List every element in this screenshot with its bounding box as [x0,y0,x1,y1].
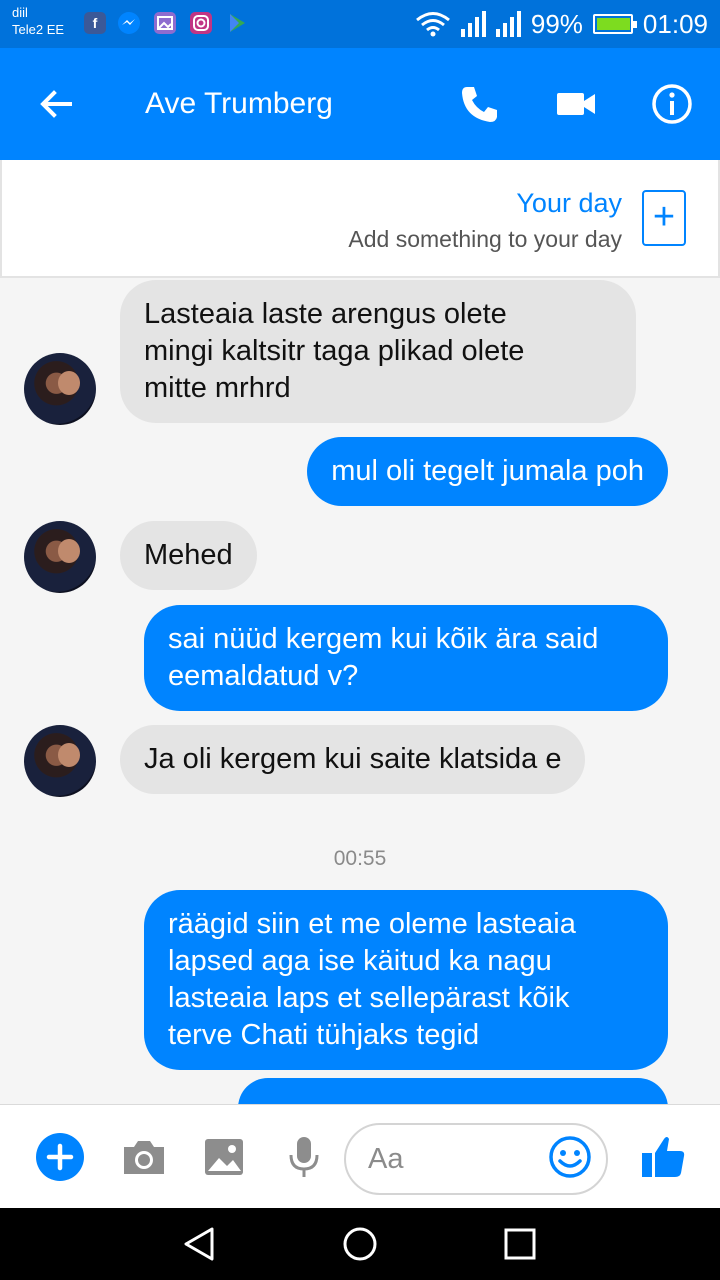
message-bubble-outgoing[interactable]: räägid siin et me oleme lasteaia lapsed … [144,890,668,1070]
message-bubble-outgoing[interactable]: mul oli tegelt jumala poh [307,437,668,506]
gallery-icon [154,12,176,34]
back-arrow-icon[interactable] [36,84,76,124]
battery-icon [592,14,637,34]
signal-icon [460,11,486,37]
facebook-icon: f [84,12,106,34]
message-bubble-incoming[interactable]: Mehed [120,521,257,590]
emoji-icon[interactable] [548,1135,592,1179]
camera-icon[interactable] [120,1133,168,1181]
signal-icon-2 [495,11,521,37]
contact-avatar[interactable] [24,521,96,593]
your-day-subtitle: Add something to your day [348,226,622,252]
carrier-info: diil Tele2 EE [12,4,64,38]
message-bubble-incoming[interactable]: Lasteaia laste arengus olete mingi kalts… [120,280,636,423]
message-input[interactable]: Aa [344,1123,608,1195]
messenger-icon [118,12,140,34]
thumbs-up-icon[interactable] [640,1133,688,1181]
your-day-banner[interactable]: Your day Add something to your day + [0,160,720,278]
phone-icon[interactable] [458,82,502,126]
system-nav-bar [0,1208,720,1280]
play-store-icon [226,12,248,34]
message-bubble-outgoing[interactable]: sai nüüd kergem kui kõik ära said eemald… [144,605,668,711]
carrier-line-1: diil [12,5,28,20]
carrier-line-2: Tele2 EE [12,22,65,37]
nav-home-icon[interactable] [340,1224,380,1264]
add-story-button[interactable]: + [642,190,686,246]
message-timestamp: 00:55 [333,847,387,870]
contact-name[interactable]: Ave Trumberg [145,86,333,122]
message-list[interactable]: Lasteaia laste arengus olete mingi kalts… [0,278,720,1104]
your-day-title[interactable]: Your day [516,188,622,219]
wifi-icon [415,12,450,37]
contact-avatar[interactable] [24,725,96,797]
message-bubble-incoming[interactable]: Ja oli kergem kui saite klatsida e [120,725,586,794]
message-composer: Aa [0,1104,720,1208]
image-icon[interactable] [200,1133,248,1181]
clock: 01:09 [642,9,708,39]
instagram-icon [190,12,212,34]
nav-back-icon[interactable] [180,1224,220,1264]
status-bar: diil Tele2 EE f 99% 01:09 [0,0,720,48]
battery-percent: 99% [530,9,583,39]
conversation-header: Ave Trumberg [0,48,720,160]
info-icon[interactable] [650,82,694,126]
video-camera-icon[interactable] [554,82,598,126]
plus-icon[interactable] [36,1133,84,1181]
microphone-icon[interactable] [280,1133,328,1181]
message-bubble-outgoing-partial[interactable] [238,1078,668,1104]
status-right: 99% 01:09 [415,8,708,40]
message-input-placeholder: Aa [368,1143,404,1175]
nav-recents-icon[interactable] [500,1224,540,1264]
contact-avatar[interactable] [24,353,96,425]
